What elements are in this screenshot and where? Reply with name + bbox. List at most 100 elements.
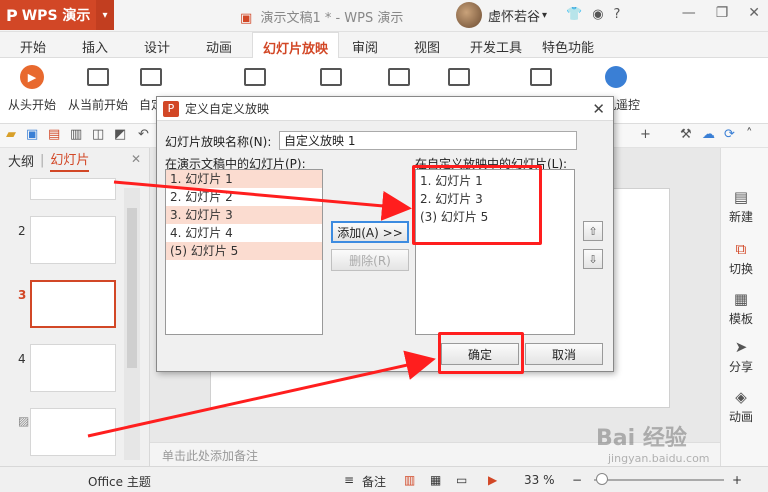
remove-button[interactable]: 删除(R)	[331, 249, 409, 271]
help-icon[interactable]: ?	[614, 7, 621, 22]
slide-thumbnail[interactable]	[30, 216, 116, 264]
close-icon[interactable]: ✕	[748, 5, 760, 21]
tool-icon[interactable]: ⚒	[680, 127, 692, 142]
baidu-watermark: Bai 经验	[596, 426, 687, 451]
slide-thumbnail[interactable]	[30, 178, 116, 200]
slide-thumbnail[interactable]	[30, 344, 116, 392]
tab-developer[interactable]: 开发工具	[470, 37, 522, 56]
list-item[interactable]: 2. 幻灯片 2	[166, 188, 322, 206]
hide-slide-button[interactable]	[318, 64, 344, 96]
tab-slideshow[interactable]: 幻灯片放映	[252, 32, 340, 59]
show-name-input[interactable]	[279, 131, 577, 150]
sidebar-item-animation[interactable]: ◈ 动画	[721, 388, 761, 425]
theme-name[interactable]: Office 主题	[88, 473, 151, 490]
window-controls: — ❐ ✕	[682, 5, 760, 21]
open-folder-icon[interactable]: ▰	[6, 127, 16, 142]
list-item[interactable]: 1. 幻灯片 1	[166, 170, 322, 188]
list-item[interactable]: (3) 幻灯片 5	[416, 208, 574, 226]
zoom-in-button[interactable]: +	[732, 473, 742, 487]
close-icon[interactable]: ✕	[592, 100, 605, 118]
monitor-button[interactable]	[528, 64, 554, 96]
baidu-watermark-url: jingyan.baidu.com	[608, 452, 710, 465]
tab-slides[interactable]: 幻灯片	[50, 149, 90, 172]
save-icon[interactable]: ▣	[26, 127, 38, 142]
slideshow-play-icon[interactable]: ▶	[488, 473, 497, 487]
tab-home[interactable]: 开始	[20, 37, 46, 56]
zoom-level[interactable]: 33 %	[524, 473, 555, 487]
app-name: WPS 演示	[21, 8, 91, 24]
list-item[interactable]: 4. 幻灯片 4	[166, 224, 322, 242]
sidebar-item-share[interactable]: ➤ 分享	[721, 338, 761, 375]
setup-show-button[interactable]	[242, 64, 268, 96]
wps-logo: P	[6, 5, 18, 25]
collapse-icon[interactable]: ˄	[746, 127, 753, 142]
chevron-down-icon[interactable]: ▾	[96, 0, 114, 30]
list-item[interactable]: 3. 幻灯片 3	[166, 206, 322, 224]
sidebar-item-template[interactable]: ▦ 模板	[721, 290, 761, 327]
shirt-icon[interactable]: 👕	[566, 7, 582, 22]
slide-sorter-icon[interactable]: ▦	[430, 473, 441, 487]
tab-insert[interactable]: 插入	[82, 37, 108, 56]
remote-icon	[603, 64, 629, 90]
record-button[interactable]	[446, 64, 472, 96]
list-item[interactable]: 2. 幻灯片 3	[416, 190, 574, 208]
sidebar-item-new[interactable]: ▤ 新建	[721, 188, 761, 225]
tab-review[interactable]: 审阅	[352, 37, 378, 56]
notes-toggle[interactable]: 备注	[362, 473, 386, 490]
pdf-icon[interactable]: ▤	[48, 127, 60, 142]
show-name-label: 幻灯片放映名称(N):	[165, 135, 272, 149]
user-account[interactable]: 虚怀若谷 ▾	[456, 2, 547, 28]
hide-slide-icon	[318, 64, 344, 90]
close-icon[interactable]: ✕	[131, 152, 141, 166]
zoom-slider[interactable]	[594, 479, 724, 481]
slide-thumbnail-selected[interactable]	[30, 280, 116, 328]
sync-icon[interactable]: ⟳	[724, 127, 735, 142]
new-slide-icon: ▤	[733, 188, 749, 206]
zoom-slider-handle[interactable]	[596, 473, 608, 485]
tab-animation[interactable]: 动画	[206, 37, 232, 56]
notes-toggle-icon[interactable]: ≡	[344, 473, 354, 487]
restore-icon[interactable]: ❐	[716, 5, 729, 21]
spellcheck-icon[interactable]: ◩	[114, 127, 126, 142]
zoom-out-button[interactable]: −	[572, 473, 582, 487]
setup-show-icon	[242, 64, 268, 90]
tab-view[interactable]: 视图	[414, 37, 440, 56]
presentation-file-icon: ▣	[240, 11, 253, 26]
custom-show-slides-list[interactable]: 1. 幻灯片 1 2. 幻灯片 3 (3) 幻灯片 5	[415, 169, 575, 335]
slide-thumbnail[interactable]	[30, 408, 116, 456]
user-name[interactable]: 虚怀若谷	[488, 6, 540, 25]
tab-design[interactable]: 设计	[144, 37, 170, 56]
presentation-slides-list[interactable]: 1. 幻灯片 1 2. 幻灯片 2 3. 幻灯片 3 4. 幻灯片 4 (5) …	[165, 169, 323, 335]
play-from-current-button[interactable]: 从当前开始	[68, 64, 128, 113]
tab-features[interactable]: 特色功能	[542, 37, 594, 56]
play-from-start-button[interactable]: ▶ 从头开始	[8, 64, 56, 113]
titlebar-tools: 👕 ◉ ?	[566, 7, 620, 22]
move-up-button[interactable]: ⇧	[583, 221, 603, 241]
app-menu-button[interactable]: P WPS 演示 ▾	[0, 0, 114, 30]
add-button[interactable]: 添加(A) >>	[331, 221, 409, 243]
status-bar: Office 主题 ≡ 备注 ▥ ▦ ▭ ▶ 33 % − +	[0, 466, 768, 492]
thumbnail-scrollbar[interactable]	[124, 188, 140, 460]
cancel-button[interactable]: 取消	[525, 343, 603, 365]
chevron-down-icon[interactable]: ▾	[542, 10, 547, 21]
print-icon[interactable]: ▥	[70, 127, 82, 142]
tab-separator: |	[40, 152, 45, 168]
avatar[interactable]	[456, 2, 482, 28]
scrollbar-thumb[interactable]	[127, 208, 137, 368]
sidebar-item-transition[interactable]: ⧉ 切换	[721, 240, 761, 277]
play-circle-icon: ▶	[19, 64, 45, 90]
minimize-icon[interactable]: —	[682, 5, 696, 21]
reading-view-icon[interactable]: ▭	[456, 473, 467, 487]
weibo-icon[interactable]: ◉	[592, 7, 603, 22]
print-preview-icon[interactable]: ◫	[92, 127, 104, 142]
rehearse-button[interactable]	[386, 64, 412, 96]
list-item[interactable]: (5) 幻灯片 5	[166, 242, 322, 260]
cloud-icon[interactable]: ☁	[702, 127, 715, 142]
list-item[interactable]: 1. 幻灯片 1	[416, 172, 574, 190]
move-down-button[interactable]: ⇩	[583, 249, 603, 269]
normal-view-icon[interactable]: ▥	[404, 473, 415, 487]
tab-outline[interactable]: 大纲	[8, 151, 34, 170]
new-tab-icon[interactable]: +	[640, 127, 651, 142]
undo-icon[interactable]: ↶	[138, 127, 149, 142]
ok-button[interactable]: 确定	[441, 343, 519, 365]
